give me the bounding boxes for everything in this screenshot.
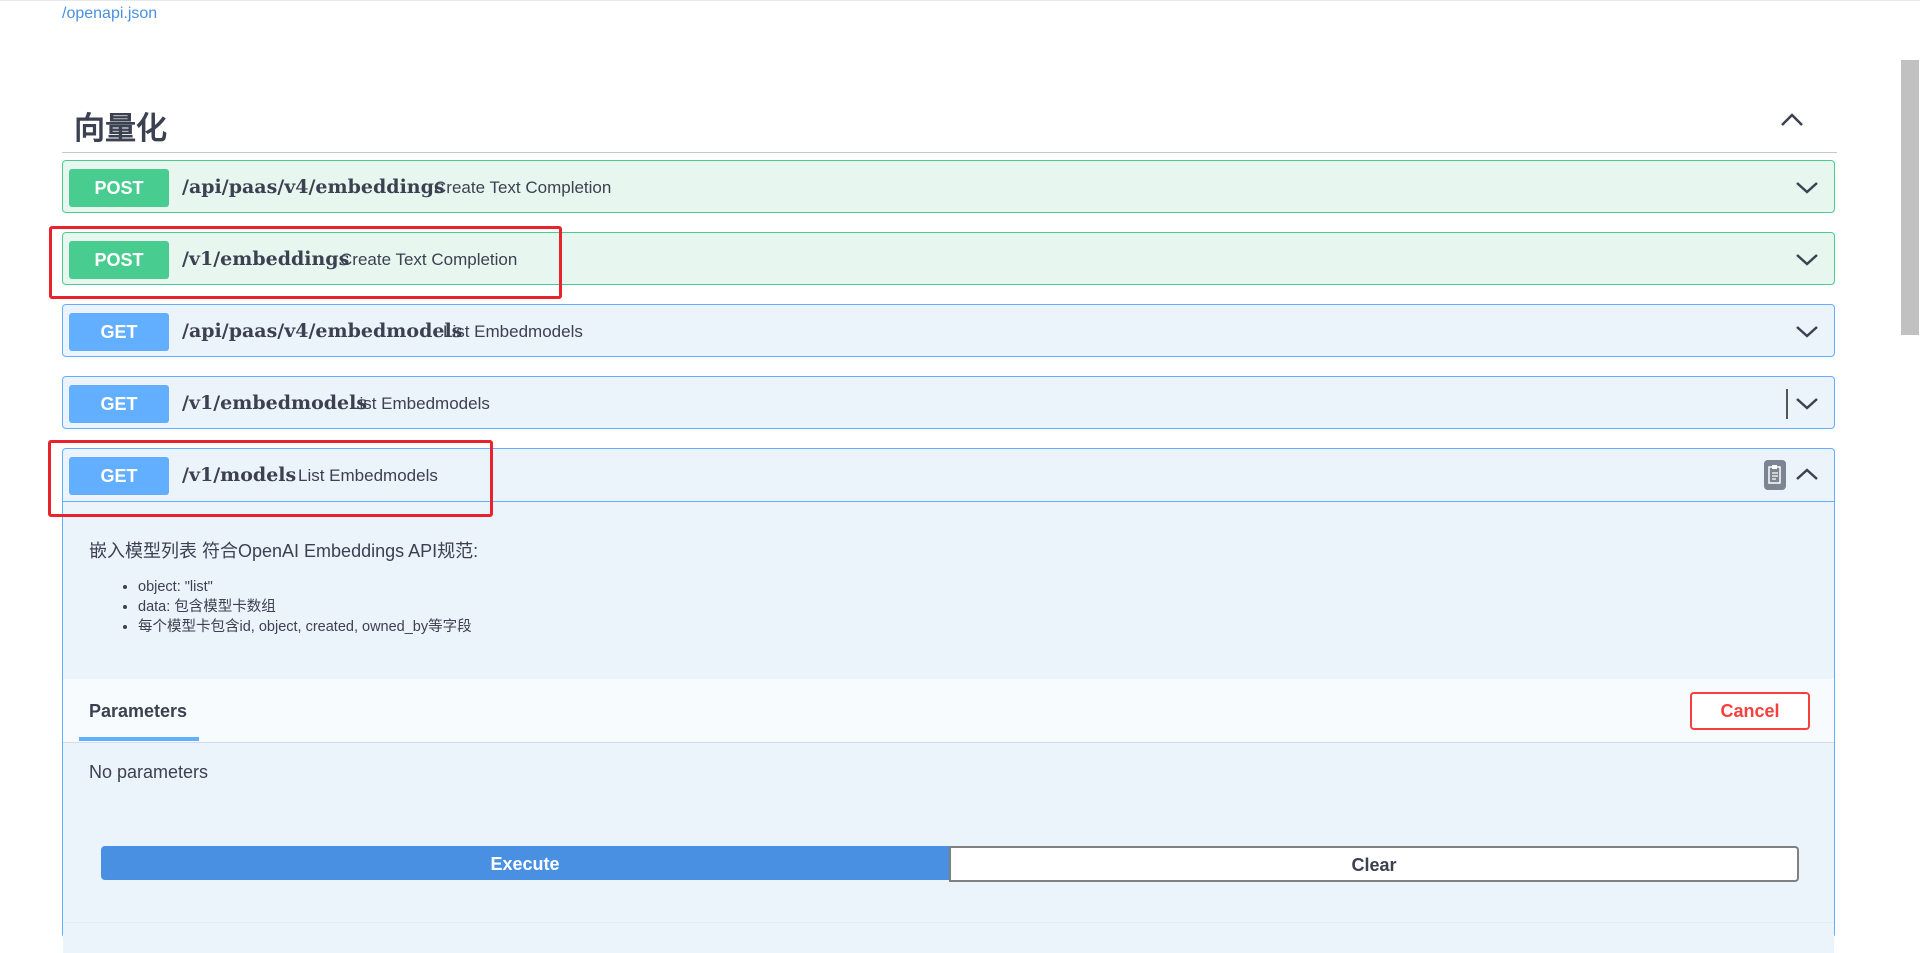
execute-button[interactable]: Execute: [101, 846, 949, 880]
endpoint-path: /v1/models: [182, 464, 297, 486]
tab-parameters[interactable]: Parameters: [89, 701, 187, 722]
tab-active-indicator: [79, 737, 199, 741]
clear-button[interactable]: Clear: [949, 846, 1799, 882]
opblock-summary[interactable]: POST /v1/embeddings Create Text Completi…: [63, 233, 1834, 285]
clipboard-icon[interactable]: [1764, 460, 1786, 490]
opblock-summary[interactable]: GET /api/paas/v4/embedmodels List Embedm…: [63, 305, 1834, 357]
endpoint-summary: Create Text Completion: [434, 178, 612, 197]
endpoint-summary: Create Text Completion: [340, 250, 518, 269]
chevron-down-icon[interactable]: [1794, 247, 1820, 271]
chevron-up-icon[interactable]: [1778, 106, 1806, 134]
opblock-get-v1-models: GET /v1/models List Embedmodels 嵌入模型列表 符…: [62, 448, 1835, 953]
endpoint-path: /api/paas/v4/embedmodels: [182, 320, 463, 342]
chevron-up-icon[interactable]: [1794, 463, 1820, 487]
section-divider: [62, 152, 1837, 153]
cancel-button[interactable]: Cancel: [1690, 692, 1810, 730]
method-badge: GET: [69, 313, 169, 351]
endpoint-summary: List Embedmodels: [298, 466, 438, 485]
method-badge: POST: [69, 169, 169, 207]
opblock-get-api-paas-v4-embedmodels: GET /api/paas/v4/embedmodels List Embedm…: [62, 304, 1835, 357]
execute-wrapper: Execute Clear: [101, 846, 1799, 882]
method-badge: POST: [69, 241, 169, 279]
opblock-summary[interactable]: GET /v1/models List Embedmodels: [63, 449, 1834, 501]
endpoint-path: /v1/embedmodels: [182, 392, 368, 414]
endpoint-path: /api/paas/v4/embeddings: [182, 176, 445, 198]
opblock-summary[interactable]: GET /v1/embedmodels List Embedmodels: [63, 377, 1834, 429]
section-title: 向量化: [74, 111, 167, 147]
responses-area: [63, 922, 1834, 953]
chevron-down-icon[interactable]: [1794, 391, 1820, 415]
method-badge: GET: [69, 457, 169, 495]
opblock-post-api-paas-v4-embeddings: POST /api/paas/v4/embeddings Create Text…: [62, 160, 1835, 213]
endpoint-path: /v1/embeddings: [182, 248, 350, 270]
text-cursor: [1786, 389, 1788, 419]
endpoint-summary: List Embedmodels: [350, 394, 490, 413]
parameters-header: Parameters Cancel: [63, 679, 1834, 743]
top-divider: [0, 0, 1920, 1]
operation-description: 嵌入模型列表 符合OpenAI Embeddings API规范:: [89, 541, 479, 561]
list-item: 每个模型卡包含id, object, created, owned_by等字段: [138, 617, 472, 637]
method-badge: GET: [69, 385, 169, 423]
chevron-down-icon[interactable]: [1794, 175, 1820, 199]
chevron-down-icon[interactable]: [1794, 319, 1820, 343]
opblock-summary[interactable]: POST /api/paas/v4/embeddings Create Text…: [63, 161, 1834, 213]
openapi-json-link[interactable]: /openapi.json: [62, 5, 157, 23]
list-item: data: 包含模型卡数组: [138, 597, 472, 617]
opblock-post-v1-embeddings: POST /v1/embeddings Create Text Completi…: [62, 232, 1835, 285]
endpoint-summary: List Embedmodels: [443, 322, 583, 341]
list-item: object: "list": [138, 577, 472, 597]
no-parameters-text: No parameters: [89, 762, 209, 782]
opblock-get-v1-embedmodels: GET /v1/embedmodels List Embedmodels: [62, 376, 1835, 429]
description-list: object: "list" data: 包含模型卡数组 每个模型卡包含id, …: [89, 577, 472, 637]
scrollbar-thumb[interactable]: [1901, 60, 1919, 335]
summary-divider: [63, 501, 1834, 502]
